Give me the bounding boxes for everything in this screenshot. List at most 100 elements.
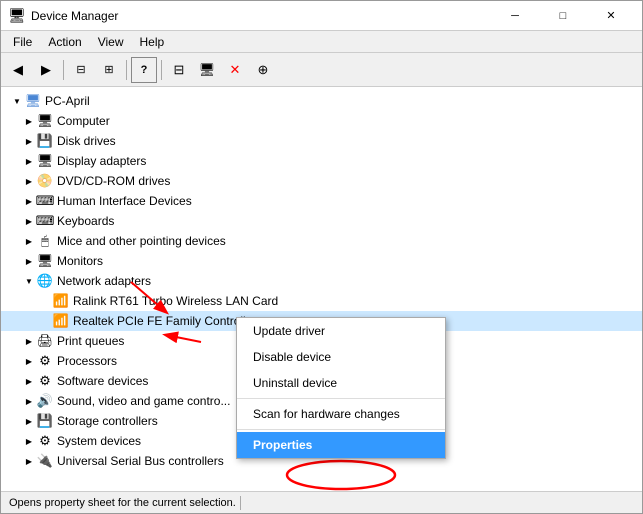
item-label: Processors xyxy=(57,354,117,368)
expand-icon[interactable]: ▶ xyxy=(21,393,37,409)
forward-button[interactable]: ▶ xyxy=(33,57,59,83)
tree-area: ▼ 🖥 PC-April ▶ 🖥 Computer ▶ 💾 Disk drive… xyxy=(1,87,642,491)
list-item[interactable]: ▶ 🖥 Display adapters xyxy=(1,151,642,171)
menu-view[interactable]: View xyxy=(90,33,132,51)
item-label: Human Interface Devices xyxy=(57,194,192,208)
context-separator-2 xyxy=(237,429,445,430)
list-item[interactable]: ▶ ⌨ Human Interface Devices xyxy=(1,191,642,211)
list-item[interactable]: ▶ 📀 DVD/CD-ROM drives xyxy=(1,171,642,191)
expand-icon xyxy=(37,293,53,309)
keyboard-icon: ⌨ xyxy=(37,213,53,229)
expand-icon[interactable]: ▶ xyxy=(21,373,37,389)
root-expand-icon[interactable]: ▼ xyxy=(9,93,25,109)
item-label: Sound, video and game contro... xyxy=(57,394,230,408)
menu-bar: File Action View Help xyxy=(1,31,642,53)
computer-icon: 🖥 xyxy=(37,113,53,129)
context-uninstall-device[interactable]: Uninstall device xyxy=(237,370,445,396)
expand-button[interactable]: ⊞ xyxy=(96,57,122,83)
item-label: Keyboards xyxy=(57,214,114,228)
expand-icon[interactable]: ▶ xyxy=(21,193,37,209)
sys-icon: ⚙ xyxy=(37,433,53,449)
item-label: System devices xyxy=(57,434,141,448)
item-label: Storage controllers xyxy=(57,414,158,428)
status-separator xyxy=(240,496,241,510)
sound-icon: 🔊 xyxy=(37,393,53,409)
expand-icon[interactable]: ▶ xyxy=(21,413,37,429)
update-button[interactable]: ⊟ xyxy=(166,57,192,83)
menu-file[interactable]: File xyxy=(5,33,40,51)
toolbar-separator-2 xyxy=(126,60,127,80)
dvd-icon: 📀 xyxy=(37,173,53,189)
print-icon: 🖨 xyxy=(37,333,53,349)
ralink-label: Ralink RT61 Turbo Wireless LAN Card xyxy=(73,294,278,308)
window-title: Device Manager xyxy=(31,9,118,23)
tree-root[interactable]: ▼ 🖥 PC-April xyxy=(1,91,642,111)
item-label: Computer xyxy=(57,114,110,128)
context-properties[interactable]: Properties xyxy=(237,432,445,458)
expand-icon[interactable]: ▶ xyxy=(21,233,37,249)
toolbar-separator-1 xyxy=(63,60,64,80)
item-label: Display adapters xyxy=(57,154,146,168)
display-icon: 🖥 xyxy=(37,153,53,169)
list-item[interactable]: ▶ ⌨ Keyboards xyxy=(1,211,642,231)
item-label: DVD/CD-ROM drives xyxy=(57,174,170,188)
expand-icon[interactable]: ▶ xyxy=(21,253,37,269)
hid-icon: ⌨ xyxy=(37,193,53,209)
help-button[interactable]: ? xyxy=(131,57,157,83)
main-area: ▼ 🖥 PC-April ▶ 🖥 Computer ▶ 💾 Disk drive… xyxy=(1,87,642,491)
back-button[interactable]: ◀ xyxy=(5,57,31,83)
sw-icon: ⚙ xyxy=(37,373,53,389)
expand-icon xyxy=(37,313,53,329)
maximize-button[interactable]: □ xyxy=(540,1,586,31)
collapse-button[interactable]: ⊟ xyxy=(68,57,94,83)
list-item[interactable]: ▼ 🌐 Network adapters xyxy=(1,271,642,291)
expand-icon[interactable]: ▶ xyxy=(21,113,37,129)
scan-button[interactable]: 🖥 xyxy=(194,57,220,83)
toolbar: ◀ ▶ ⊟ ⊞ ? ⊟ 🖥 ✕ ⊕ xyxy=(1,53,642,87)
add-button[interactable]: ⊕ xyxy=(250,57,276,83)
root-label: PC-April xyxy=(45,94,90,108)
list-item[interactable]: ▶ 💾 Disk drives xyxy=(1,131,642,151)
expand-icon[interactable]: ▶ xyxy=(21,353,37,369)
close-button[interactable]: ✕ xyxy=(588,1,634,31)
expand-icon[interactable]: ▼ xyxy=(21,273,37,289)
expand-icon[interactable]: ▶ xyxy=(21,133,37,149)
remove-button[interactable]: ✕ xyxy=(222,57,248,83)
expand-icon[interactable]: ▶ xyxy=(21,153,37,169)
expand-icon[interactable]: ▶ xyxy=(21,213,37,229)
list-item[interactable]: 📶 Ralink RT61 Turbo Wireless LAN Card xyxy=(1,291,642,311)
status-bar: Opens property sheet for the current sel… xyxy=(1,491,642,513)
context-update-driver[interactable]: Update driver xyxy=(237,318,445,344)
expand-icon[interactable]: ▶ xyxy=(21,433,37,449)
storage-icon: 💾 xyxy=(37,413,53,429)
window-icon: 🖥 xyxy=(9,8,25,24)
menu-help[interactable]: Help xyxy=(132,33,173,51)
expand-icon[interactable]: ▶ xyxy=(21,453,37,469)
item-label: Software devices xyxy=(57,374,148,388)
realtek-label: Realtek PCIe FE Family Controller xyxy=(73,314,256,328)
menu-action[interactable]: Action xyxy=(40,33,89,51)
disk-icon: 💾 xyxy=(37,133,53,149)
nic-icon: 📶 xyxy=(53,313,69,329)
expand-icon[interactable]: ▶ xyxy=(21,173,37,189)
toolbar-separator-3 xyxy=(161,60,162,80)
expand-icon[interactable]: ▶ xyxy=(21,333,37,349)
context-menu: Update driver Disable device Uninstall d… xyxy=(236,317,446,459)
list-item[interactable]: ▶ 🖱 Mice and other pointing devices xyxy=(1,231,642,251)
item-label: Monitors xyxy=(57,254,103,268)
minimize-button[interactable]: ─ xyxy=(492,1,538,31)
status-text: Opens property sheet for the current sel… xyxy=(9,497,236,509)
device-manager-window: 🖥 Device Manager ─ □ ✕ File Action View … xyxy=(0,0,643,514)
list-item[interactable]: ▶ 🖥 Computer xyxy=(1,111,642,131)
list-item[interactable]: ▶ 🖥 Monitors xyxy=(1,251,642,271)
wifi-icon: 📶 xyxy=(53,293,69,309)
item-label: Universal Serial Bus controllers xyxy=(57,454,224,468)
context-disable-device[interactable]: Disable device xyxy=(237,344,445,370)
title-bar-controls: ─ □ ✕ xyxy=(492,1,634,31)
context-separator-1 xyxy=(237,398,445,399)
mice-label: Mice and other pointing devices xyxy=(57,234,226,248)
root-icon: 🖥 xyxy=(25,93,41,109)
network-icon: 🌐 xyxy=(37,273,53,289)
context-scan-hardware[interactable]: Scan for hardware changes xyxy=(237,401,445,427)
monitor-icon: 🖥 xyxy=(37,253,53,269)
